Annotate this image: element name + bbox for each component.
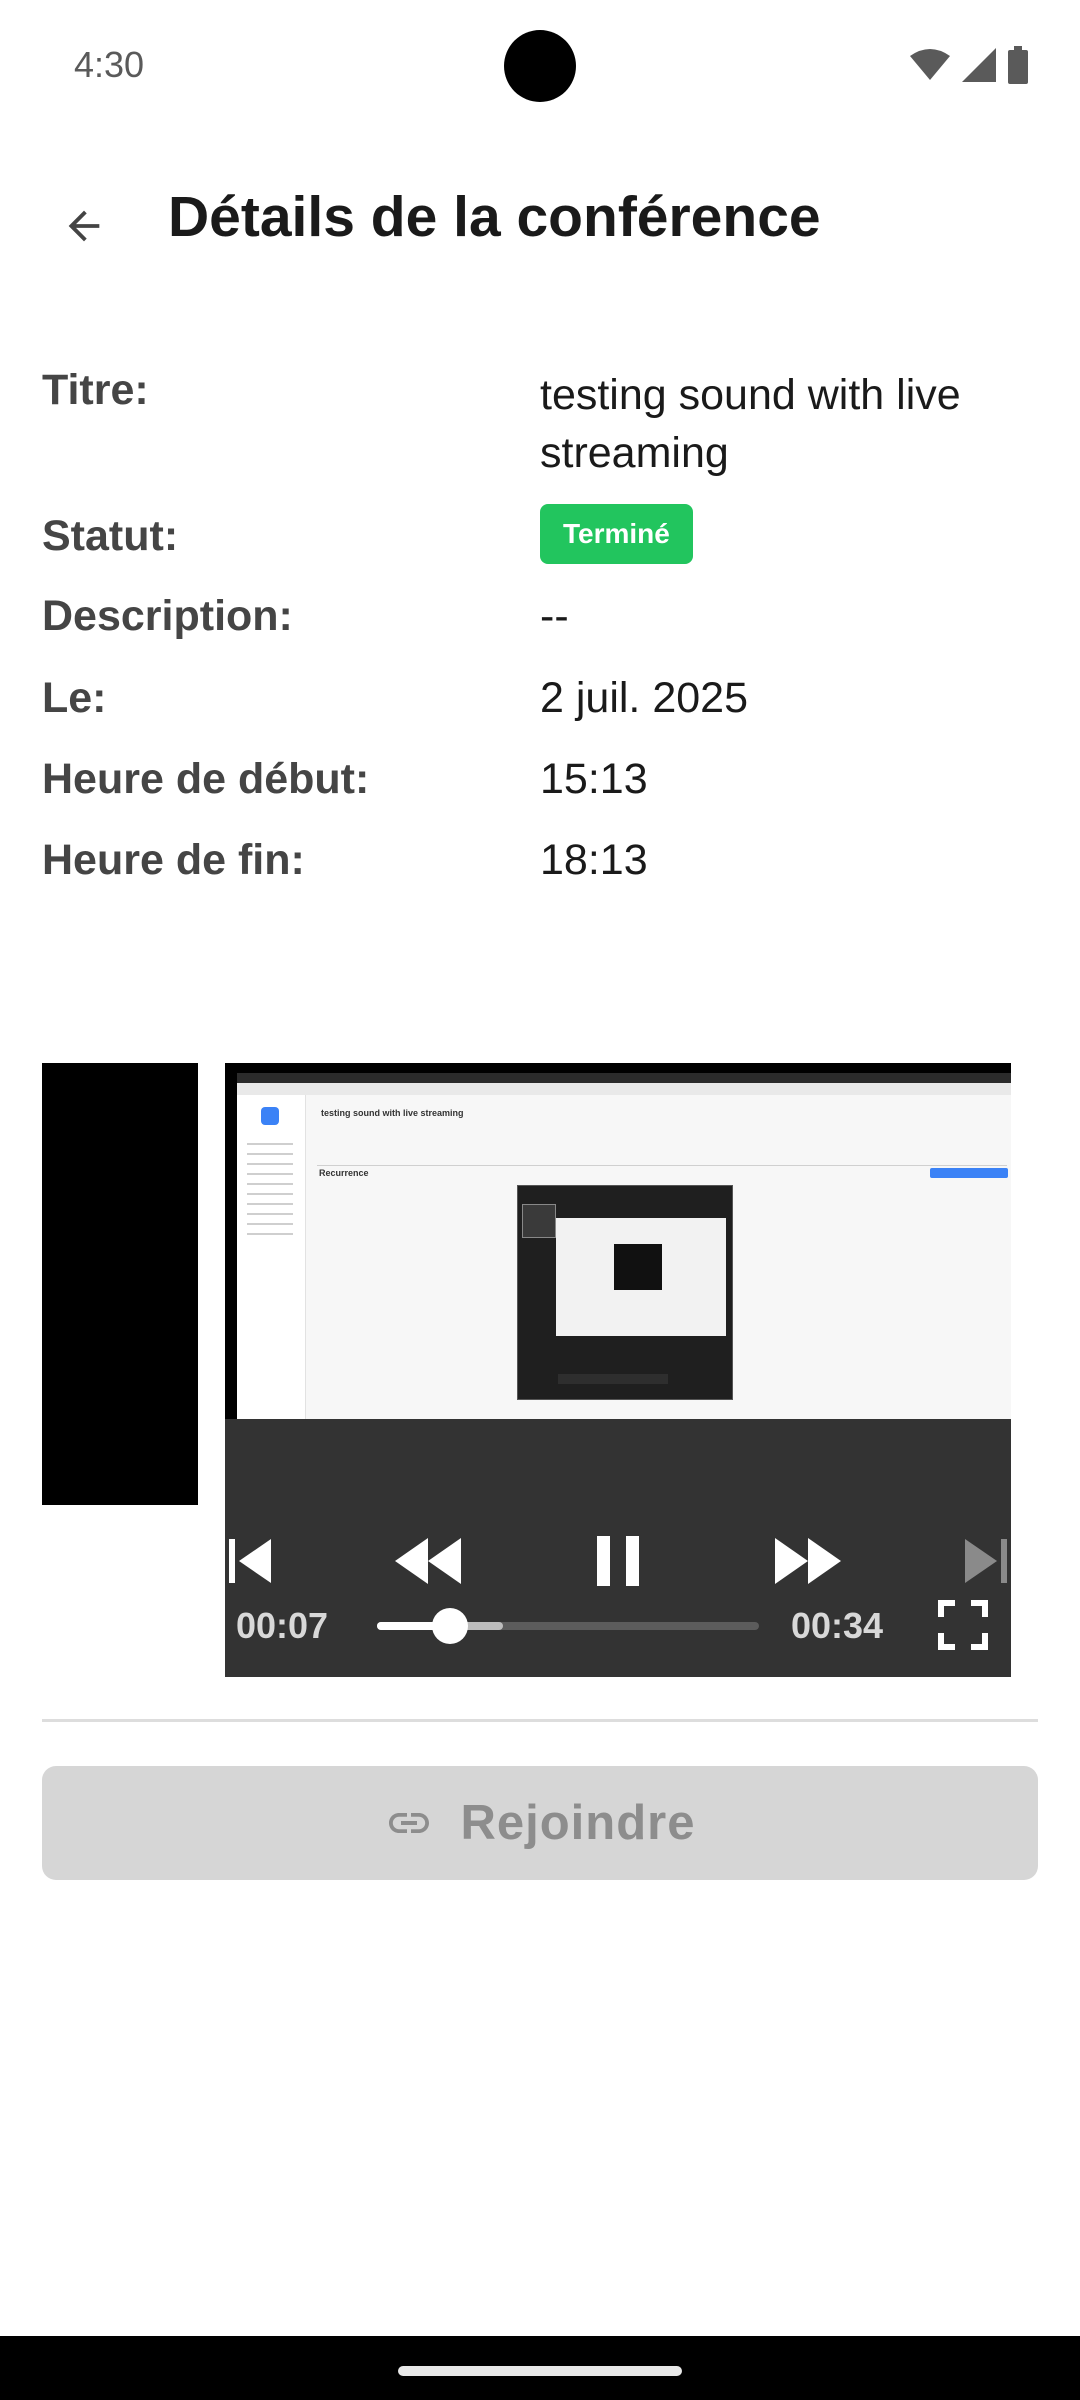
status-badge: Terminé <box>540 504 693 564</box>
frame-inner-page <box>556 1218 726 1336</box>
frame-separator <box>317 1165 1007 1166</box>
status-icons <box>910 46 1028 84</box>
seek-thumb[interactable] <box>431 1608 468 1644</box>
back-button[interactable] <box>44 186 124 266</box>
home-handle[interactable] <box>398 2366 682 2376</box>
frame-section-title: Recurrence <box>319 1168 369 1178</box>
frame-inner-toolbar <box>558 1374 668 1384</box>
fullscreen-button[interactable] <box>933 1595 993 1655</box>
link-icon <box>388 1813 429 1833</box>
pause-icon <box>597 1536 639 1586</box>
status-time: 4:30 <box>74 44 145 85</box>
detail-label-start: Heure de début: <box>42 755 370 803</box>
detail-label-end: Heure de fin: <box>42 836 305 884</box>
wifi-icon <box>910 49 950 80</box>
frame-page-title: testing sound with live streaming <box>321 1108 464 1118</box>
video-placeholder <box>42 1063 198 1505</box>
frame-blue-button <box>930 1168 1008 1178</box>
video-player[interactable]: testing sound with live streaming Recurr… <box>225 1063 1011 1677</box>
detail-value-date: 2 juil. 2025 <box>540 674 748 722</box>
pause-button[interactable] <box>593 1531 643 1591</box>
detail-label-status: Statut: <box>42 512 179 560</box>
frame-inner-black-box <box>614 1244 662 1290</box>
frame-inner-avatar <box>522 1204 556 1238</box>
page-title: Détails de la conférence <box>168 185 821 249</box>
battery-icon <box>1008 46 1028 84</box>
app-bar: Détails de la conférence <box>0 160 1080 280</box>
frame-address-bar <box>237 1083 1011 1095</box>
detail-label-description: Description: <box>42 592 293 640</box>
detail-value-start: 15:13 <box>540 755 648 803</box>
skip-next-icon <box>965 1539 1007 1583</box>
skip-next-button[interactable] <box>965 1531 1011 1591</box>
join-button[interactable]: Rejoindre <box>42 1766 1038 1880</box>
front-camera <box>504 30 576 102</box>
seek-bar[interactable] <box>377 1608 759 1644</box>
signal-icon <box>962 48 996 82</box>
frame-inner-window <box>517 1185 733 1400</box>
detail-value-end: 18:13 <box>540 836 648 884</box>
fast-forward-button[interactable] <box>773 1531 843 1591</box>
rewind-icon <box>395 1538 461 1584</box>
detail-label-date: Le: <box>42 674 107 722</box>
rewind-button[interactable] <box>393 1531 463 1591</box>
detail-value-description: -- <box>540 592 569 640</box>
fast-forward-icon <box>775 1538 841 1584</box>
divider <box>42 1719 1038 1722</box>
frame-logo <box>261 1107 279 1125</box>
total-time: 00:34 <box>791 1605 884 1646</box>
skip-previous-button[interactable] <box>225 1531 275 1591</box>
frame-menu-lines <box>247 1135 293 1235</box>
detail-label-title: Titre: <box>42 366 149 414</box>
fullscreen-icon <box>938 1600 988 1650</box>
frame-browser-tabs <box>237 1073 1011 1083</box>
join-button-label: Rejoindre <box>460 1796 696 1850</box>
status-bar: 4:30 <box>0 0 1080 130</box>
current-time: 00:07 <box>236 1605 329 1646</box>
detail-value-title: testing sound with live streaming <box>540 371 961 477</box>
skip-previous-icon <box>229 1539 271 1583</box>
arrow-back-icon <box>68 210 100 242</box>
